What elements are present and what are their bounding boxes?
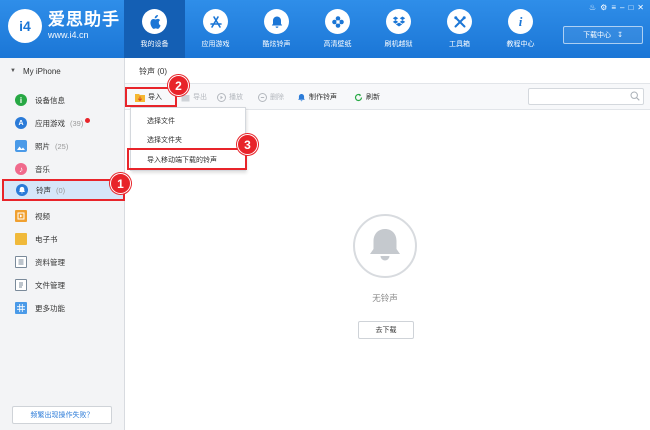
nav-ringtones[interactable]: 酷炫铃声 <box>246 0 307 58</box>
tools-icon <box>447 9 472 34</box>
nav-toolbox[interactable]: 工具箱 <box>429 0 490 58</box>
app-name: 爱思助手 <box>48 10 120 29</box>
maximize-icon[interactable]: □ <box>628 3 633 12</box>
info-icon: i <box>508 9 533 34</box>
app-logo: i4 爱思助手 www.i4.cn <box>8 9 120 43</box>
search-icon <box>630 91 640 103</box>
nav-apps-games[interactable]: 应用游戏 <box>185 0 246 58</box>
go-download-button[interactable]: 去下载 <box>358 321 414 339</box>
download-arrow-icon: ↧ <box>617 32 623 39</box>
device-header[interactable]: ▼ My iPhone <box>0 58 124 84</box>
troubleshoot-link[interactable]: 频繁出现操作失败？ <box>12 406 112 424</box>
dropbox-icon <box>386 9 411 34</box>
sidebar-item-file-management[interactable]: 文件管理 <box>10 274 123 296</box>
gear-icon[interactable]: ⚙ <box>600 3 607 12</box>
photo-icon <box>15 140 27 152</box>
step-marker-3: 3 <box>237 134 258 155</box>
nav-wallpapers[interactable]: 高清壁纸 <box>307 0 368 58</box>
menu-item-select-file[interactable]: 选择文件 <box>147 116 175 126</box>
empty-bell-icon <box>352 213 418 279</box>
sidebar-item-more-features[interactable]: 更多功能 <box>10 297 123 319</box>
sidebar-item-device-info[interactable]: i 设备信息 <box>10 89 123 111</box>
app-store-icon <box>203 9 228 34</box>
play-button[interactable]: 播放 <box>216 90 243 104</box>
delete-icon <box>257 92 267 102</box>
sidebar-item-ebooks[interactable]: 电子书 <box>10 228 123 250</box>
tab-bar: 铃声 (0) <box>125 58 650 84</box>
nav-flash-jailbreak[interactable]: 刷机越狱 <box>368 0 429 58</box>
delete-button[interactable]: 删除 <box>257 90 284 104</box>
file-icon <box>15 279 27 291</box>
tab-ringtones[interactable]: 铃声 (0) <box>139 66 167 77</box>
empty-state-text: 无铃声 <box>372 293 398 303</box>
top-header: i4 爱思助手 www.i4.cn 我的设备 应用游戏 酷炫铃声 高清壁纸 刷机… <box>0 0 650 58</box>
expand-triangle-icon: ▼ <box>10 68 16 74</box>
minimize-icon[interactable]: – <box>620 3 624 12</box>
music-icon: ♪ <box>15 163 27 175</box>
sidebar-item-video[interactable]: 视频 <box>10 205 123 227</box>
book-icon <box>15 233 27 245</box>
sidebar-item-data-management[interactable]: 资料管理 <box>10 251 123 273</box>
bell-icon <box>16 184 28 196</box>
close-icon[interactable]: ✕ <box>637 3 644 12</box>
menu-icon[interactable]: ≡ <box>611 3 616 12</box>
grid-icon <box>15 302 27 314</box>
dropdown-highlight-box <box>127 148 247 170</box>
app-url: www.i4.cn <box>48 30 89 40</box>
refresh-button[interactable]: 刷新 <box>353 90 380 104</box>
bell-icon <box>264 9 289 34</box>
search-input[interactable] <box>528 88 644 105</box>
sidebar-item-apps[interactable]: A 应用游戏 (39) <box>10 112 123 134</box>
step-marker-1: 1 <box>110 173 131 194</box>
contacts-icon <box>15 256 27 268</box>
shirt-icon[interactable]: ♨ <box>589 3 596 12</box>
notification-dot <box>85 118 91 123</box>
sidebar: ▼ My iPhone i 设备信息 A 应用游戏 (39) 照片 (25) ♪… <box>0 58 125 430</box>
step-marker-2: 2 <box>168 75 189 96</box>
refresh-icon <box>353 92 363 102</box>
sidebar-item-ringtones[interactable]: 铃声 (0) <box>2 179 125 201</box>
sidebar-item-music[interactable]: ♪ 音乐 <box>10 158 123 180</box>
window-controls: ♨ ⚙ ≡ – □ ✕ <box>589 3 644 12</box>
make-ringtone-button[interactable]: 制作铃声 <box>296 90 337 104</box>
apple-icon <box>142 9 167 34</box>
play-icon <box>216 92 226 102</box>
bell-icon <box>296 92 306 102</box>
main-nav: 我的设备 应用游戏 酷炫铃声 高清壁纸 刷机越狱 工具箱 i 教程中心 <box>124 0 551 58</box>
video-icon <box>15 210 27 222</box>
app-icon: A <box>15 117 27 129</box>
sidebar-item-photos[interactable]: 照片 (25) <box>10 135 123 157</box>
logo-icon: i4 <box>8 9 42 43</box>
menu-item-select-folder[interactable]: 选择文件夹 <box>147 135 182 145</box>
flower-icon <box>325 9 350 34</box>
info-icon: i <box>15 94 27 106</box>
nav-tutorials[interactable]: i 教程中心 <box>490 0 551 58</box>
nav-my-device[interactable]: 我的设备 <box>124 0 185 58</box>
download-center-button[interactable]: 下载中心 ↧ <box>563 26 643 44</box>
